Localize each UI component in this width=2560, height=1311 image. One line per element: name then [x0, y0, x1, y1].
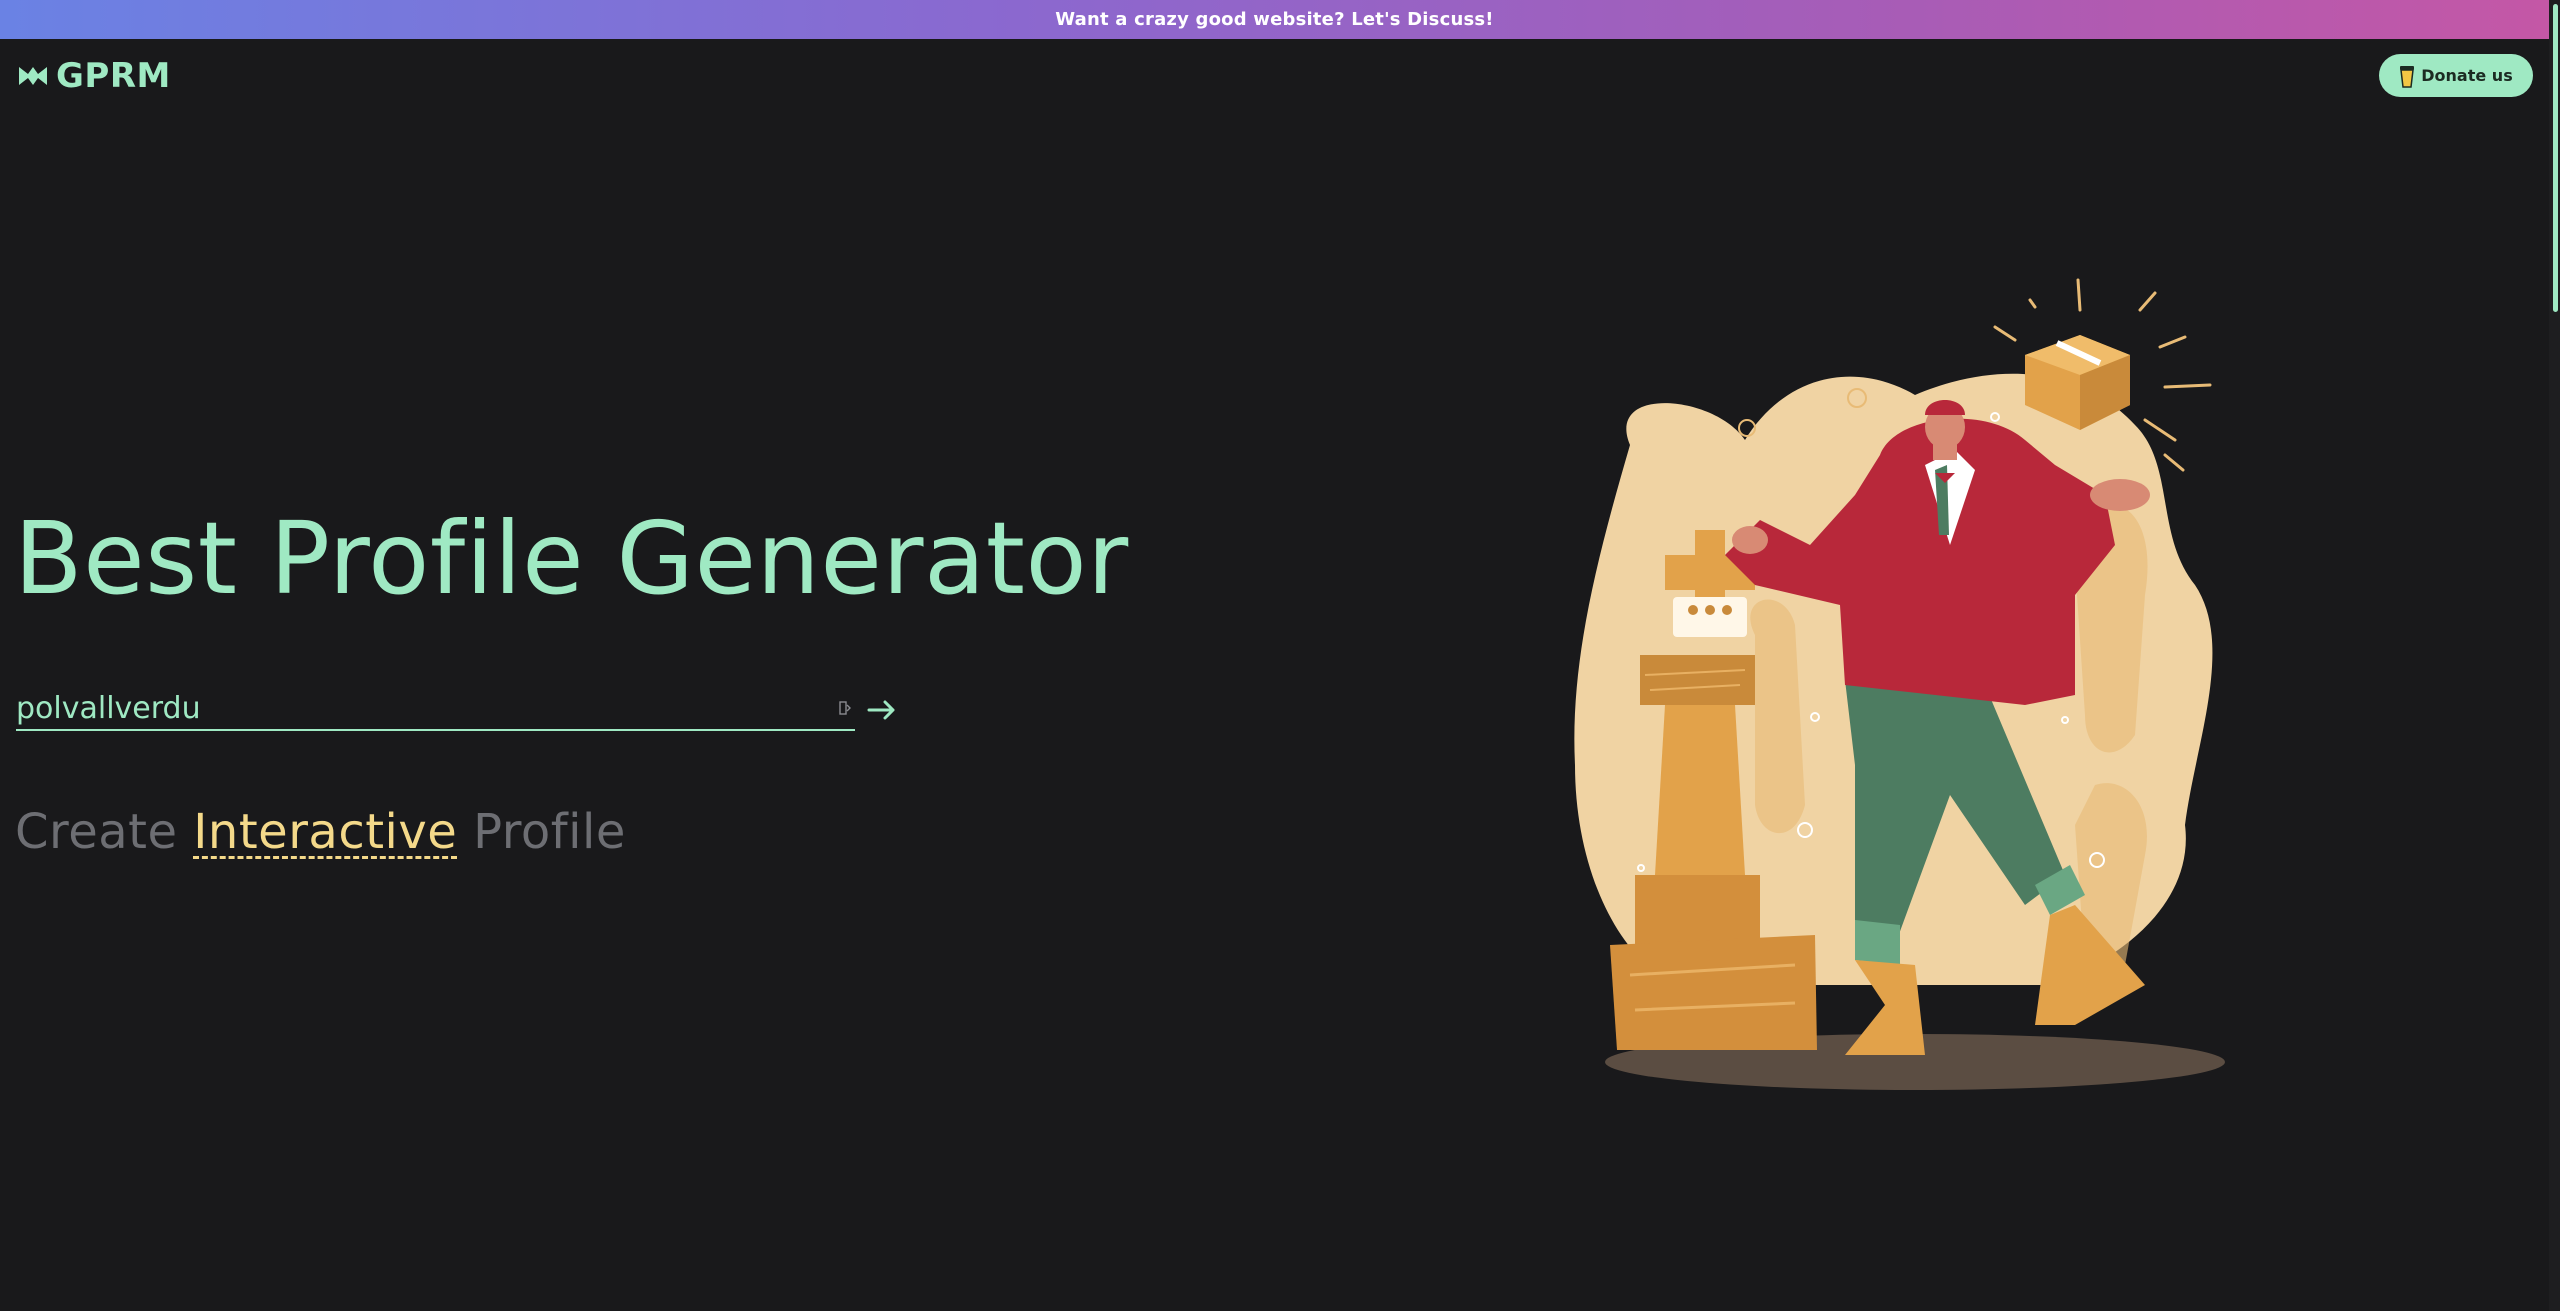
page-scrollbar[interactable] — [2549, 0, 2560, 1311]
tagline-suffix: Profile — [473, 804, 626, 860]
page-title: Best Profile Generator — [14, 500, 1129, 617]
hero-illustration — [1574, 278, 2225, 1090]
input-assist-icon[interactable] — [839, 701, 851, 715]
promo-banner-text[interactable]: Want a crazy good website? Let's Discuss… — [1055, 9, 1493, 30]
username-field[interactable] — [16, 686, 855, 731]
arrow-right-icon — [867, 700, 895, 720]
tagline: Create Interactive Profile — [15, 804, 626, 860]
donate-label: Donate us — [2421, 66, 2513, 85]
scrollbar-thumb[interactable] — [2553, 4, 2558, 312]
coffee-cup-icon — [2400, 65, 2415, 88]
tagline-highlight[interactable]: Interactive — [193, 804, 457, 860]
tagline-prefix: Create — [15, 804, 178, 860]
generate-button[interactable] — [866, 694, 898, 726]
donate-button[interactable]: Donate us — [2379, 54, 2533, 97]
logo-text: GPRM — [56, 56, 171, 96]
crown-icon — [19, 67, 47, 85]
site-logo[interactable]: GPRM — [18, 56, 171, 96]
username-input[interactable] — [16, 688, 816, 728]
promo-banner[interactable]: Want a crazy good website? Let's Discuss… — [0, 0, 2549, 39]
